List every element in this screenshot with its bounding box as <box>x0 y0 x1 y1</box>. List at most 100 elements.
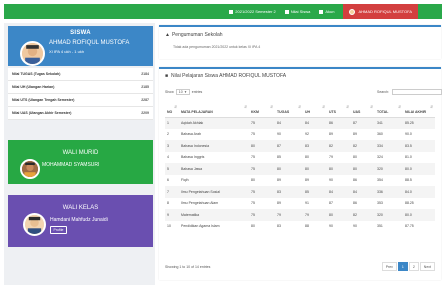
table-cell: 84 <box>275 117 303 129</box>
table-cell: 84 <box>327 186 351 198</box>
table-cell: 320 <box>375 209 403 221</box>
table-cell: 83 <box>303 140 327 152</box>
stat-row-uts: Nilai UTS (Ulangan Tengah Semester) 2287 <box>8 94 153 107</box>
table-row: 4 Bahasa Inggris 75 85 80 79 80 324 81.0 <box>165 152 435 164</box>
table-cell: 82 <box>351 140 375 152</box>
top-nav: 2021/2022 Semester 2 Nilai Siswa Akun AH… <box>229 4 418 19</box>
table-cell: 5 <box>165 163 179 175</box>
wali-kelas-name: Hamdani Mahfudz Junaidi <box>50 217 108 223</box>
pengumuman-panel: ▲ Pengumuman Sekolah Tidak ada pengumuma… <box>159 25 441 59</box>
table-cell: 89 <box>329 132 333 137</box>
table-cell: 85.25 <box>403 117 435 129</box>
sort-icon: ⇵ <box>298 105 301 109</box>
table-cell: 334 <box>375 140 403 152</box>
pagination-next[interactable]: Next <box>419 262 435 271</box>
col-kkm[interactable]: KKM ⇵ <box>249 99 275 118</box>
sort-icon: ⇵ <box>174 105 177 109</box>
table-cell: 90 <box>277 132 281 137</box>
sort-icon: ⇵ <box>398 105 401 109</box>
table-row: 1 Aqidah Akhlak 75 84 84 86 87 341 85.25 <box>165 117 435 129</box>
col-tugas[interactable]: TUGAS ⇵ <box>275 99 303 118</box>
col-total[interactable]: TOTAL ⇵ <box>375 99 403 118</box>
wali-kelas-card: WALI KELAS Hamdani Mahfudz Junaidi Profi… <box>8 195 153 247</box>
col-uh[interactable]: UH ⇵ <box>303 99 327 118</box>
col-uas[interactable]: UAS ⇵ <box>351 99 375 118</box>
table-cell: 82 <box>327 140 351 152</box>
table-cell: 90 <box>329 224 333 229</box>
col-uts[interactable]: UTS ⇵ <box>327 99 351 118</box>
table-cell: 88.25 <box>405 201 414 206</box>
table-cell: 86 <box>327 117 351 129</box>
sort-icon: ⇵ <box>322 105 325 109</box>
pagination-prev[interactable]: Prev <box>381 262 397 271</box>
table-cell: Bahasa Arab <box>181 132 202 137</box>
table-row: 7 Ilmu Pengetahuan Sosial 75 83 85 84 84 336 84.… <box>165 186 435 198</box>
table-cell: 80 <box>251 178 255 183</box>
col-mata-pelajaran[interactable]: MATA PELAJARAN ⇵ <box>179 99 249 118</box>
nav-nilai-siswa[interactable]: Nilai Siswa <box>284 9 310 14</box>
table-cell: 9 <box>165 209 179 221</box>
table-cell: 6 <box>167 178 169 183</box>
nav-akun[interactable]: Akun <box>319 9 334 14</box>
search-control: Search: <box>377 89 443 95</box>
table-cell: 89 <box>277 201 281 206</box>
chevron-down-icon: ▾ <box>184 90 187 94</box>
table-cell: Pendidikan Agama Islam <box>181 224 220 229</box>
user-menu[interactable]: AHMAD ROFIQUL MUSTOFA <box>343 4 418 19</box>
table-cell: 80 <box>305 155 309 160</box>
entries-control: Show 10 ▾ entries <box>165 89 203 95</box>
wali-kelas-profile-button[interactable]: Profile <box>50 226 67 234</box>
table-cell: 10 <box>167 224 171 229</box>
nilai-stats-list: Nilai TUGAS (Tugas Sekolah) 2184 Nilai UH… <box>8 68 153 120</box>
wali-murid-title: WALI MURID <box>62 150 99 156</box>
table-cell: 84 <box>351 186 375 198</box>
table-cell: 89 <box>353 132 357 137</box>
nav-semester[interactable]: 2021/2022 Semester 2 <box>229 9 276 14</box>
table-cell: 75 <box>249 163 275 175</box>
table-cell: 85 <box>303 186 327 198</box>
table-row: 6 Fiqih 80 89 89 90 86 354 88.5 <box>165 175 435 187</box>
search-input[interactable] <box>392 89 443 95</box>
student-name: AHMAD ROFIQUL MUSTOFA <box>49 40 130 46</box>
table-cell: 90.0 <box>405 132 412 137</box>
table-cell: 80 <box>327 209 351 221</box>
table-cell: 324 <box>377 155 383 160</box>
table-cell: 80 <box>249 140 275 152</box>
table-cell: Bahasa Indonesia <box>179 140 249 152</box>
table-cell: Aqidah Akhlak <box>179 117 249 129</box>
pagination-page-2[interactable]: 2 <box>408 262 419 271</box>
table-cell: 84 <box>303 117 327 129</box>
table-cell: 320 <box>375 163 403 175</box>
table-cell: 75 <box>251 132 255 137</box>
sort-icon: ⇵ <box>270 105 273 109</box>
table-cell: 87.75 <box>405 224 414 229</box>
top-navbar: 2021/2022 Semester 2 Nilai Siswa Akun AH… <box>4 4 442 19</box>
table-cell: 80 <box>251 224 255 229</box>
entries-select[interactable]: 10 ▾ <box>175 89 190 95</box>
table-cell: 87 <box>275 140 303 152</box>
calendar-icon <box>229 9 234 14</box>
pengumuman-body: Tidak ada pengumuman 2021/2022 untuk kel… <box>173 45 261 49</box>
table-cell: 90 <box>329 178 333 183</box>
col-no[interactable]: NO ⇵ <box>165 99 179 118</box>
table-cell: Matematika <box>179 209 249 221</box>
table-cell: 79 <box>329 155 333 160</box>
table-cell: 336 <box>375 186 403 198</box>
siswa-card-title: SISWA <box>70 30 91 36</box>
table-cell: 92 <box>305 132 309 137</box>
table-row: 10 Pendidikan Agama Islam 80 83 88 90 90 351 87.… <box>165 221 435 233</box>
table-cell: 80 <box>303 163 327 175</box>
table-cell: 354 <box>377 178 383 183</box>
table-cell: Fiqih <box>181 178 189 183</box>
table-row: 3 Bahasa Indonesia 80 87 83 82 82 334 83.5 <box>165 140 435 152</box>
table-cell: 75 <box>249 209 275 221</box>
table-cell: 88 <box>305 224 309 229</box>
table-cell: 80 <box>353 155 357 160</box>
col-nilai-akhir[interactable]: NILAI AKHIR ⇵ <box>403 99 435 118</box>
table-cell: 85 <box>277 155 281 160</box>
table-header-row: NO ⇵ MATA PELAJARAN ⇵ KKM ⇵ TUGAS ⇵ UH ⇵ UTS ⇵… <box>165 99 435 118</box>
table-cell: 86 <box>353 178 357 183</box>
pagination-page-1[interactable]: 1 <box>397 262 408 271</box>
table-cell: 79 <box>303 209 327 221</box>
table-cell: 360 <box>377 132 383 137</box>
